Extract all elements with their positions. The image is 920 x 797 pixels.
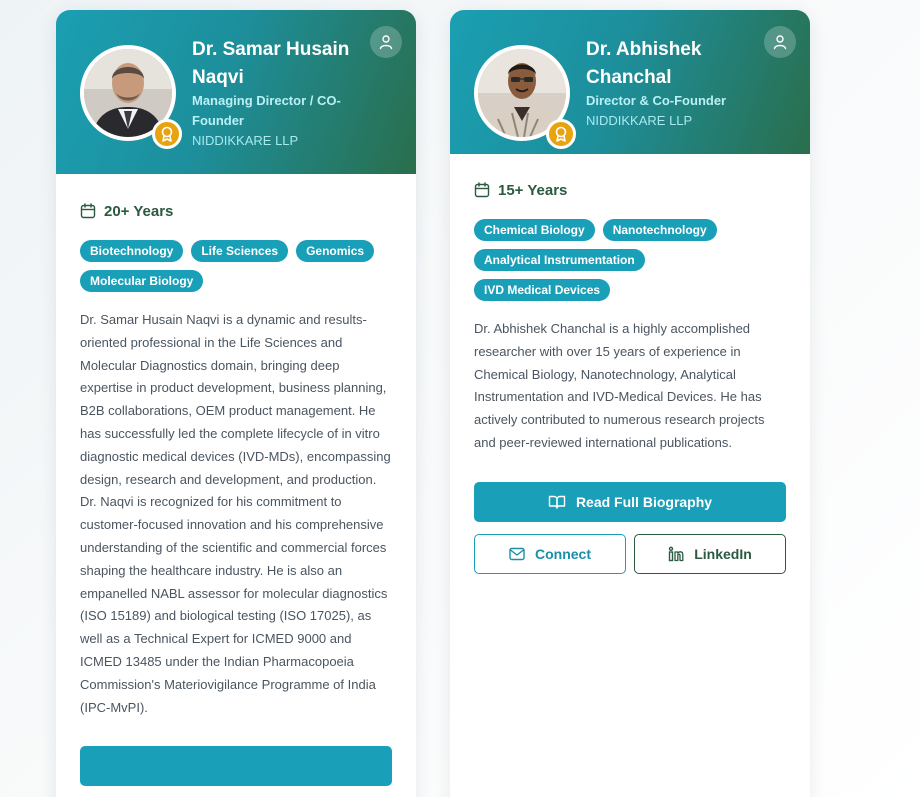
expertise-tags: Biotechnology Life Sciences Genomics Mol… xyxy=(80,240,392,292)
profile-bio: Dr. Abhishek Chanchal is a highly accomp… xyxy=(474,321,765,450)
experience-text: 20+ Years xyxy=(104,202,174,220)
book-open-icon xyxy=(548,495,566,509)
experience-row: 15+ Years xyxy=(474,179,786,201)
profile-name: Dr. Samar Husain Naqvi xyxy=(192,39,350,88)
award-icon xyxy=(555,126,567,142)
read-biography-button[interactable]: Read Full Biography xyxy=(474,481,786,522)
award-badge xyxy=(546,119,576,149)
profile-role: Managing Director / CO-Founder xyxy=(192,93,341,128)
tag: Analytical Instrumentation xyxy=(474,249,645,271)
tag: IVD Medical Devices xyxy=(474,279,611,301)
profile-card-chanchal: Dr. Abhishek Chanchal Director & Co-Foun… xyxy=(450,10,810,797)
card-header: Dr. Abhishek Chanchal Director & Co-Foun… xyxy=(450,10,810,154)
experience-row: 20+ Years xyxy=(80,200,392,222)
profile-button[interactable] xyxy=(370,26,402,58)
award-badge xyxy=(152,119,182,149)
mail-icon xyxy=(509,547,525,560)
linkedin-button[interactable]: LinkedIn xyxy=(634,533,786,574)
linkedin-icon xyxy=(669,546,684,561)
read-biography-label: Read Full Biography xyxy=(575,493,713,510)
profile-company: NIDDIKKARE LLP xyxy=(586,113,693,128)
avatar-wrap xyxy=(80,45,182,149)
linkedin-label: LinkedIn xyxy=(694,545,752,562)
profile-button[interactable] xyxy=(764,26,796,58)
card-body: 15+ Years Chemical Biology Nanotechnolog… xyxy=(450,179,810,574)
tag: Biotechnology xyxy=(80,240,184,262)
expertise-tags: Chemical Biology Nanotechnology Analytic… xyxy=(474,219,786,301)
tag: Nanotechnology xyxy=(602,219,717,241)
connect-label: Connect xyxy=(535,545,591,562)
tag: Genomics xyxy=(296,240,375,262)
experience-text: 15+ Years xyxy=(498,181,568,199)
calendar-icon xyxy=(80,203,96,219)
profile-card-naqvi: Dr. Samar Husain Naqvi Managing Director… xyxy=(56,10,416,797)
card-body: 20+ Years Biotechnology Life Sciences Ge… xyxy=(56,200,416,787)
action-buttons: Connect LinkedIn xyxy=(474,533,786,574)
tag: Chemical Biology xyxy=(474,219,595,241)
user-icon xyxy=(773,35,787,50)
tag: Life Sciences xyxy=(191,240,289,262)
read-biography-button[interactable] xyxy=(80,746,392,787)
user-icon xyxy=(379,35,393,50)
calendar-icon xyxy=(474,182,490,198)
card-header: Dr. Samar Husain Naqvi Managing Director… xyxy=(56,10,416,174)
profile-role: Director & Co-Founder xyxy=(586,93,727,108)
profile-company: NIDDIKKARE LLP xyxy=(192,133,299,148)
avatar-wrap xyxy=(474,45,576,149)
profile-bio: Dr. Samar Husain Naqvi is a dynamic and … xyxy=(80,312,391,715)
profile-name: Dr. Abhishek Chanchal xyxy=(586,39,702,88)
tag: Molecular Biology xyxy=(80,270,204,292)
award-icon xyxy=(161,126,173,142)
connect-button[interactable]: Connect xyxy=(474,533,626,574)
